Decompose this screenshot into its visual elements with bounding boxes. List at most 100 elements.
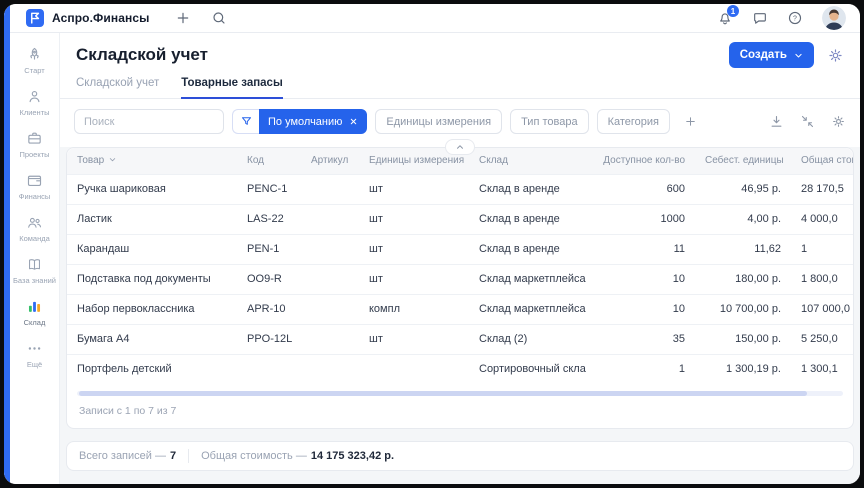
table-row[interactable]: Подставка под документыOO9-R штСклад марк… [67,264,853,294]
cell-article [301,234,359,264]
sidebar-item-team[interactable]: Команда [12,208,58,250]
sidebar-item-clients[interactable]: Клиенты [12,82,58,124]
cell-code: LAS-22 [237,204,301,234]
table-row[interactable]: КарандашPEN-1штСклад в аренде1111,621 [67,234,853,264]
cell-total_cost: 107 000,0 [791,294,853,324]
app-window: Аспро.Финансы 1 ? Старт [4,4,860,484]
page-settings-gear-icon[interactable] [827,47,844,64]
cell-unit_cost: 150,00 р. [695,324,791,354]
brand-name: Аспро.Финансы [52,11,149,25]
cell-code: OO9-R [237,264,301,294]
filter-funnel-icon[interactable] [232,109,259,134]
column-header-warehouse: Склад [469,148,589,174]
sort-chevron-icon [108,155,117,164]
cell-unit: шт [359,324,469,354]
download-icon[interactable] [769,114,784,129]
cell-warehouse: Сортировочный скла [469,354,589,384]
cell-warehouse: Склад маркетплейса [469,264,589,294]
filter-chip[interactable]: Единицы измерения [375,109,502,134]
cell-product: Портфель детский [67,354,237,384]
cell-product: Ручка шариковая [67,174,237,204]
cell-article [301,324,359,354]
cell-unit: шт [359,264,469,294]
chat-icon[interactable] [752,10,768,26]
filter-chips: Единицы измерения Тип товара Категория [375,109,670,134]
tab-goods-stock[interactable]: Товарные запасы [181,77,283,99]
cell-unit: шт [359,174,469,204]
cell-article [301,204,359,234]
cell-code [237,354,301,384]
cell-total_cost: 5 250,0 [791,324,853,354]
cell-available: 10 [589,264,695,294]
sidebar-item-finance[interactable]: Финансы [12,166,58,208]
cell-unit_cost: 180,00 р. [695,264,791,294]
notifications-bell-icon[interactable]: 1 [717,10,733,26]
search-icon[interactable] [211,10,227,26]
page-title: Складской учет [76,45,208,65]
tabs: Складской учет Товарные запасы [76,77,844,98]
more-icon [26,340,43,357]
cell-available: 10 [589,294,695,324]
search-input[interactable] [74,109,224,134]
sidebar-item-start[interactable]: Старт [12,40,58,82]
quick-add-plus-icon[interactable] [175,10,191,26]
finance-icon [26,172,43,189]
main-area: Складской учет Создать Складской учет То… [60,33,860,484]
stock-table-card: ТоварКодАртикулЕдиницы измеренияСкладДос… [66,147,854,429]
cell-article [301,174,359,204]
sidebar-item-projects[interactable]: Проекты [12,124,58,166]
cell-warehouse: Склад в аренде [469,234,589,264]
collapse-icon[interactable] [800,114,815,129]
cell-warehouse: Склад в аренде [469,174,589,204]
sidebar-item-more[interactable]: Ещё [12,334,58,376]
cell-code: APR-10 [237,294,301,324]
table-row[interactable]: Бумага А4PPO-12LштСклад (2)35150,00 р.5 … [67,324,853,354]
column-header-product[interactable]: Товар [67,148,237,174]
collapse-panel-chevron-up-icon[interactable] [445,139,475,155]
table-settings-gear-icon[interactable] [831,114,846,129]
close-icon[interactable] [349,117,358,126]
column-header-unit_cost: Себест. единицы [695,148,791,174]
cell-total_cost: 1 [791,234,853,264]
cell-unit_cost: 4,00 р. [695,204,791,234]
records-total: Всего записей —7 [79,450,176,462]
divider [188,449,189,463]
scrollbar-thumb[interactable] [79,391,807,396]
tab-warehouse-accounting[interactable]: Складской учет [76,77,159,99]
add-filter-plus-icon[interactable] [678,109,702,134]
cell-warehouse: Склад маркетплейса [469,294,589,324]
cell-unit_cost: 1 300,19 р. [695,354,791,384]
page-header: Складской учет Создать Складской учет То… [60,33,860,99]
table-row[interactable]: ЛастикLAS-22штСклад в аренде10004,00 р.4… [67,204,853,234]
pagination-status: Записи с 1 по 7 из 7 [67,396,853,428]
column-header-article: Артикул [301,148,359,174]
cell-warehouse: Склад (2) [469,324,589,354]
default-filter-chip[interactable]: По умолчанию [259,109,367,134]
table-row[interactable]: Набор первоклассникаAPR-10комплСклад мар… [67,294,853,324]
stock-table: ТоварКодАртикулЕдиницы измеренияСкладДос… [67,148,853,384]
create-button[interactable]: Создать [729,42,814,68]
table-toolbar-icons [769,114,846,129]
sidebar-item-warehouse[interactable]: Склад [12,292,58,334]
filter-chip[interactable]: Категория [597,109,670,134]
cell-code: PPO-12L [237,324,301,354]
user-avatar[interactable] [822,6,846,30]
cell-unit_cost: 46,95 р. [695,174,791,204]
filter-chip[interactable]: Тип товара [510,109,589,134]
sidebar-item-knowledge[interactable]: База знаний [12,250,58,292]
table-row[interactable]: Портфель детскийСортировочный скла11 300… [67,354,853,384]
cell-unit_cost: 11,62 [695,234,791,264]
table-row[interactable]: Ручка шариковаяPENC-1штСклад в аренде600… [67,174,853,204]
cell-unit [359,354,469,384]
totals-bar: Всего записей —7 Общая стоимость —14 175… [66,441,854,471]
column-header-available: Доступное кол-во [589,148,695,174]
sidebar: Старт Клиенты Проекты Финансы Команда Ба… [4,33,60,484]
cell-total_cost: 1 800,0 [791,264,853,294]
cell-unit: шт [359,234,469,264]
help-icon[interactable]: ? [787,10,803,26]
horizontal-scrollbar[interactable] [77,391,843,396]
brand-accent-strip [4,4,10,484]
cell-code: PEN-1 [237,234,301,264]
cell-code: PENC-1 [237,174,301,204]
cell-product: Подставка под документы [67,264,237,294]
